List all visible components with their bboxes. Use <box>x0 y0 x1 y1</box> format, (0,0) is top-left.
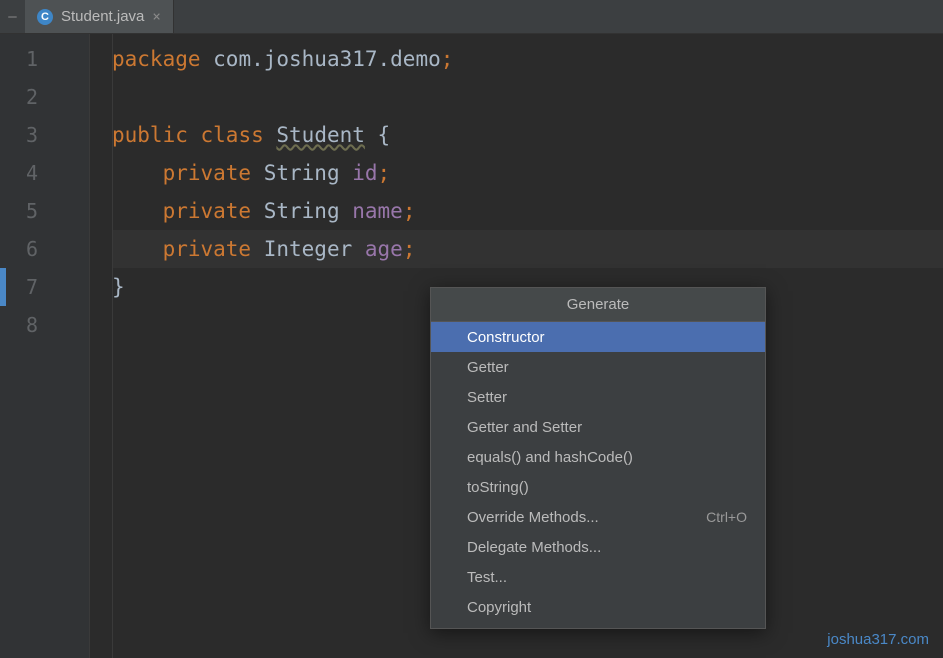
guide-line <box>112 34 113 658</box>
indent <box>112 199 163 223</box>
code-line <box>112 78 943 116</box>
editor-tab[interactable]: C Student.java × <box>25 0 174 33</box>
menu-item-test[interactable]: Test... <box>431 562 765 592</box>
menu-item-label: equals() and hashCode() <box>467 449 633 466</box>
brace: } <box>112 275 125 299</box>
menu-item-equals-hashcode[interactable]: equals() and hashCode() <box>431 442 765 472</box>
menu-item-label: Test... <box>467 569 507 586</box>
line-number: 1 <box>0 40 89 78</box>
menu-item-label: Getter and Setter <box>467 419 582 436</box>
type: String <box>251 199 352 223</box>
identifier: com.joshua317.demo <box>201 47 441 71</box>
keyword: class <box>201 123 264 147</box>
semicolon: ; <box>403 237 416 261</box>
menu-item-label: Copyright <box>467 599 531 616</box>
close-icon[interactable]: × <box>152 9 160 25</box>
code-line: private String name; <box>112 192 943 230</box>
generate-popup: Generate Constructor Getter Setter Gette… <box>430 287 766 629</box>
class-name: Student <box>276 123 365 147</box>
watermark: joshua317.com <box>827 631 929 648</box>
semicolon: ; <box>403 199 416 223</box>
field: age <box>365 237 403 261</box>
menu-item-constructor[interactable]: Constructor <box>431 322 765 352</box>
keyword: public <box>112 123 188 147</box>
menu-item-label: Constructor <box>467 329 545 346</box>
menu-item-delegate[interactable]: Delegate Methods... <box>431 532 765 562</box>
tab-bar: — C Student.java × <box>0 0 943 34</box>
line-number: 5 <box>0 192 89 230</box>
semicolon: ; <box>441 47 454 71</box>
popup-list: Constructor Getter Setter Getter and Set… <box>431 322 765 628</box>
tab-filename: Student.java <box>61 8 144 25</box>
menu-item-label: Override Methods... <box>467 509 599 526</box>
type: Integer <box>251 237 365 261</box>
line-number: 2 <box>0 78 89 116</box>
menu-item-getter[interactable]: Getter <box>431 352 765 382</box>
line-number: 3 <box>0 116 89 154</box>
line-number: 6 <box>0 230 89 268</box>
line-number: 4 <box>0 154 89 192</box>
tab-lead: — <box>0 0 25 33</box>
line-number: 7 <box>0 268 89 306</box>
indent <box>112 237 163 261</box>
code-line: package com.joshua317.demo; <box>112 40 943 78</box>
gutter: 1 2 3 4 5 6 7 8 <box>0 34 90 658</box>
type: String <box>251 161 352 185</box>
keyword: private <box>163 161 252 185</box>
popup-title: Generate <box>431 288 765 322</box>
keyword: package <box>112 47 201 71</box>
field: id <box>352 161 377 185</box>
menu-item-setter[interactable]: Setter <box>431 382 765 412</box>
menu-item-getter-setter[interactable]: Getter and Setter <box>431 412 765 442</box>
menu-item-label: toString() <box>467 479 529 496</box>
code-line: private String id; <box>112 154 943 192</box>
code-line: public class Student { <box>112 116 943 154</box>
brace: { <box>365 123 390 147</box>
field: name <box>352 199 403 223</box>
java-class-icon: C <box>37 9 53 25</box>
menu-item-override[interactable]: Override Methods... Ctrl+O <box>431 502 765 532</box>
code-line-current: private Integer age; <box>112 230 943 268</box>
menu-item-tostring[interactable]: toString() <box>431 472 765 502</box>
menu-item-label: Setter <box>467 389 507 406</box>
keyword: private <box>163 199 252 223</box>
keyword: private <box>163 237 252 261</box>
menu-item-label: Getter <box>467 359 509 376</box>
line-number: 8 <box>0 306 89 344</box>
menu-item-label: Delegate Methods... <box>467 539 601 556</box>
indent <box>112 161 163 185</box>
semicolon: ; <box>378 161 391 185</box>
menu-item-copyright[interactable]: Copyright <box>431 592 765 622</box>
menu-item-shortcut: Ctrl+O <box>706 509 747 525</box>
